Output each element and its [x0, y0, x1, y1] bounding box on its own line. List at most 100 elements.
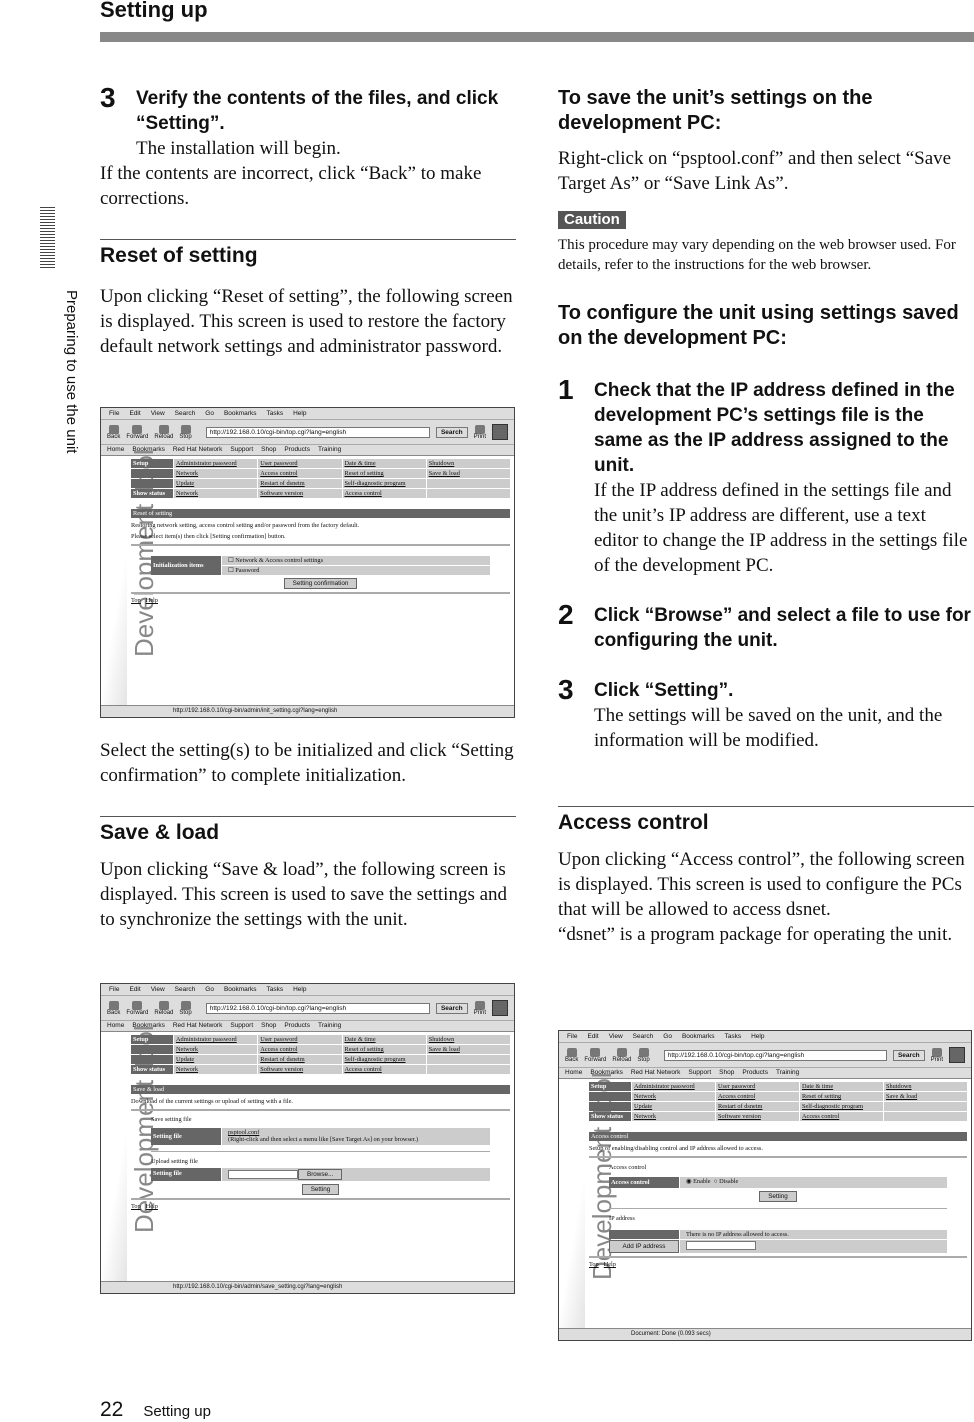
menu-search[interactable]: Search	[175, 410, 196, 417]
nav-link[interactable]: Date & time	[800, 1082, 883, 1091]
menu-edit[interactable]: Edit	[587, 1033, 598, 1040]
help-link[interactable]: Help	[146, 1203, 158, 1210]
menu-search[interactable]: Search	[633, 1033, 654, 1040]
menu-search[interactable]: Search	[175, 986, 196, 993]
option-network-access[interactable]: ☐ Network & Access control settings	[222, 556, 490, 565]
url-field[interactable]: http://192.168.0.10/cgi-bin/top.cgi?lang…	[205, 426, 430, 438]
nav-link[interactable]: Software version	[258, 1065, 342, 1074]
nav-link[interactable]: Network	[632, 1092, 715, 1101]
print-button[interactable]: Print	[474, 1000, 486, 1016]
bookmark-link[interactable]: Shop	[719, 1069, 734, 1077]
bookmark-link[interactable]: Products	[742, 1069, 768, 1077]
menu-edit[interactable]: Edit	[129, 986, 140, 993]
nav-link[interactable]: Access control	[800, 1112, 883, 1121]
menu-go[interactable]: Go	[663, 1033, 672, 1040]
menu-edit[interactable]: Edit	[129, 410, 140, 417]
nav-link[interactable]: Administrator password	[174, 1035, 258, 1044]
nav-link[interactable]: Reset of setting	[800, 1092, 883, 1101]
url-field[interactable]: http://192.168.0.10/cgi-bin/top.cgi?lang…	[663, 1049, 887, 1061]
ip-address-input[interactable]	[686, 1241, 756, 1250]
nav-link[interactable]: User password	[716, 1082, 799, 1091]
bookmark-link[interactable]: Shop	[261, 446, 276, 454]
nav-link[interactable]: Reset of setting	[342, 469, 426, 478]
nav-link[interactable]: Access control	[258, 469, 342, 478]
bookmark-link[interactable]: Support	[230, 1022, 253, 1030]
nav-link[interactable]: Access control	[258, 1045, 342, 1054]
nav-link[interactable]: Network	[174, 489, 258, 498]
nav-link[interactable]: Shutdown	[426, 459, 510, 468]
reload-button[interactable]: Reload	[612, 1047, 631, 1063]
nav-link[interactable]: Access control	[342, 1065, 426, 1074]
browse-button[interactable]: Browse...	[298, 1169, 343, 1180]
bookmark-link[interactable]: Support	[688, 1069, 711, 1077]
menu-go[interactable]: Go	[205, 986, 214, 993]
forward-button[interactable]: Forward	[126, 1000, 148, 1016]
menu-help[interactable]: Help	[751, 1033, 764, 1040]
nav-link[interactable]: Network	[174, 1065, 258, 1074]
back-button[interactable]: Back	[107, 424, 120, 440]
nav-link[interactable]: Update	[174, 1055, 258, 1064]
menu-help[interactable]: Help	[293, 986, 306, 993]
forward-button[interactable]: Forward	[584, 1047, 606, 1063]
setting-button[interactable]: Setting	[759, 1191, 797, 1202]
top-link[interactable]: Top	[589, 1261, 599, 1268]
url-field[interactable]: http://192.168.0.10/cgi-bin/top.cgi?lang…	[205, 1002, 430, 1014]
nav-link[interactable]: Self-diagnostic program	[342, 1055, 426, 1064]
menu-tasks[interactable]: Tasks	[724, 1033, 741, 1040]
top-link[interactable]: Top	[131, 1203, 141, 1210]
nav-link[interactable]: Software version	[258, 489, 342, 498]
menu-file[interactable]: File	[109, 410, 119, 417]
nav-link[interactable]: Access control	[342, 489, 426, 498]
help-link[interactable]: Help	[146, 597, 158, 604]
nav-link[interactable]: User password	[258, 1035, 342, 1044]
print-button[interactable]: Print	[474, 424, 486, 440]
menu-help[interactable]: Help	[293, 410, 306, 417]
menu-view[interactable]: View	[151, 410, 165, 417]
nav-link[interactable]: Save & load	[426, 469, 510, 478]
reload-button[interactable]: Reload	[154, 424, 173, 440]
bookmark-link[interactable]: Products	[284, 1022, 310, 1030]
stop-button[interactable]: Stop	[179, 424, 192, 440]
menu-view[interactable]: View	[151, 986, 165, 993]
bookmark-link[interactable]: Training	[318, 1022, 341, 1030]
nav-link[interactable]: Network	[174, 469, 258, 478]
bookmark-link[interactable]: Training	[776, 1069, 799, 1077]
nav-link[interactable]: Administrator password	[632, 1082, 715, 1091]
nav-link[interactable]: Software version	[716, 1112, 799, 1121]
menu-file[interactable]: File	[109, 986, 119, 993]
search-button[interactable]: Search	[892, 1049, 925, 1061]
nav-link[interactable]: Self-diagnostic program	[800, 1102, 883, 1111]
bookmark-link[interactable]: Home	[565, 1069, 582, 1077]
psptool-conf-link[interactable]: psptool.conf	[228, 1129, 479, 1136]
bookmark-link[interactable]: Training	[318, 446, 341, 454]
nav-link[interactable]: Save & load	[884, 1092, 967, 1101]
bookmark-link[interactable]: Home	[107, 446, 124, 454]
nav-link[interactable]: Save & load	[426, 1045, 510, 1054]
menu-file[interactable]: File	[567, 1033, 577, 1040]
nav-link[interactable]: Restart of dsnetm	[258, 479, 342, 488]
stop-button[interactable]: Stop	[179, 1000, 192, 1016]
bookmark-link[interactable]: Shop	[261, 1022, 276, 1030]
back-button[interactable]: Back	[107, 1000, 120, 1016]
nav-link[interactable]: Update	[174, 479, 258, 488]
nav-link[interactable]: Network	[174, 1045, 258, 1054]
bookmark-link[interactable]: Red Hat Network	[173, 1022, 223, 1030]
bookmark-link[interactable]: Home	[107, 1022, 124, 1030]
nav-link[interactable]: Shutdown	[426, 1035, 510, 1044]
enable-radio[interactable]: ◉ Enable	[686, 1178, 711, 1185]
nav-link[interactable]: Access control	[716, 1092, 799, 1101]
nav-link[interactable]: Date & time	[342, 1035, 426, 1044]
reload-button[interactable]: Reload	[154, 1000, 173, 1016]
nav-link[interactable]: Restart of dsnetm	[258, 1055, 342, 1064]
file-input[interactable]	[228, 1170, 298, 1180]
setting-button[interactable]: Setting	[301, 1184, 340, 1195]
menu-bookmarks[interactable]: Bookmarks	[224, 410, 257, 417]
menu-tasks[interactable]: Tasks	[266, 410, 283, 417]
nav-link[interactable]: User password	[258, 459, 342, 468]
menu-tasks[interactable]: Tasks	[266, 986, 283, 993]
nav-link[interactable]: Restart of dsnetm	[716, 1102, 799, 1111]
nav-link[interactable]: Date & time	[342, 459, 426, 468]
print-button[interactable]: Print	[931, 1047, 943, 1063]
setting-confirmation-button[interactable]: Setting confirmation	[283, 578, 358, 589]
stop-button[interactable]: Stop	[637, 1047, 650, 1063]
